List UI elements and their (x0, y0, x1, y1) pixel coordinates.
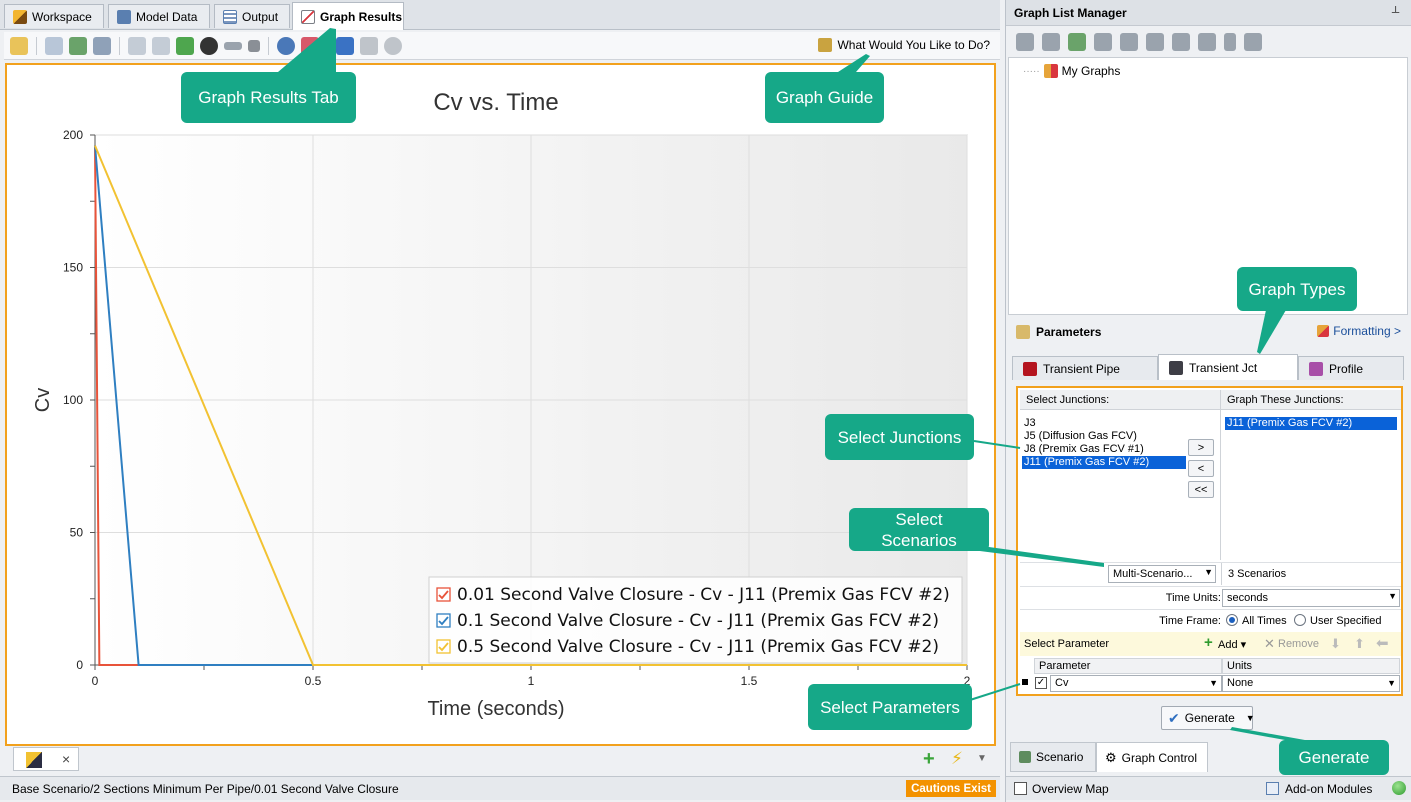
callout-text: Graph Guide (775, 88, 874, 107)
callout-graph-results-tab: Graph Results Tab (181, 72, 356, 123)
callout-select-parameters: Select Parameters (808, 684, 972, 730)
callout-graph-types: Graph Types (1237, 267, 1357, 311)
callout-text: Scenarios (881, 530, 957, 550)
pointer-graph-types (1257, 310, 1286, 354)
callout-generate: Generate (1279, 740, 1389, 775)
callout-text: Graph Results Tab (198, 88, 339, 107)
callout-text: Select Junctions (837, 427, 962, 447)
callout-select-junctions: Select Junctions (825, 414, 974, 460)
callout-text: Select Parameters (820, 697, 960, 717)
pointer-graph-guide (838, 54, 870, 72)
pointer-graph-results-tab (278, 28, 336, 72)
pointer-select-parameters (969, 683, 1021, 701)
callout-text: Select (895, 509, 943, 529)
callout-text: Graph Types (1248, 279, 1346, 299)
callout-select-scenarios: Select Scenarios (849, 508, 989, 551)
callout-graph-guide: Graph Guide (765, 72, 884, 123)
callout-text: Generate (1298, 748, 1370, 767)
pointer-select-junctions (973, 440, 1021, 449)
